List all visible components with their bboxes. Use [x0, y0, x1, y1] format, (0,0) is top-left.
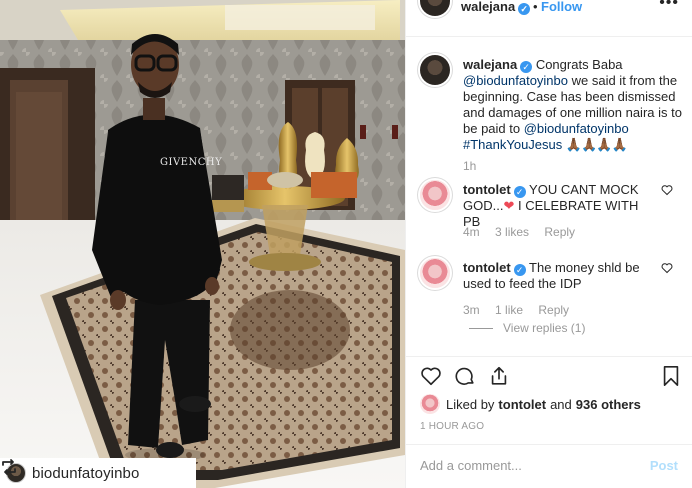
more-options-icon[interactable]: ••• — [659, 0, 679, 12]
comment-username[interactable]: tontolet — [463, 260, 511, 275]
bookmark-icon[interactable] — [661, 365, 681, 387]
follow-button[interactable]: Follow — [541, 0, 582, 14]
repost-icon — [2, 459, 16, 475]
verified-icon: ✓ — [513, 186, 526, 198]
caption-avatar[interactable] — [420, 55, 450, 85]
like-comment-heart-icon[interactable] — [661, 262, 673, 274]
action-bar — [406, 362, 692, 390]
red-heart-emoji: ❤ — [503, 198, 515, 213]
likes-prefix: Liked by — [446, 396, 495, 412]
comment-divider — [406, 444, 692, 445]
likes-summary: Liked by tontolet and 936 others — [420, 394, 641, 414]
photo-scene — [0, 0, 405, 488]
post-details-panel: walejana ✓ • Follow ••• walejana ✓ Congrat… — [405, 0, 692, 488]
likes-others-link[interactable]: 936 others — [576, 397, 641, 412]
shirt-logo-text: GIVENCHY — [160, 157, 223, 168]
caption-username[interactable]: walejana — [463, 57, 517, 72]
comment-reply-button[interactable]: Reply — [538, 303, 569, 317]
comment-item: tontolet ✓ YOU CANT MOCK GOD...❤ I CELEBR… — [420, 180, 685, 240]
comment-text: tontolet ✓ YOU CANT MOCK GOD...❤ I CELEBR… — [463, 182, 658, 230]
comment-username[interactable]: tontolet — [463, 182, 511, 197]
repost-tag[interactable]: biodunfatoyinbo — [0, 458, 196, 488]
comment-meta: 3m 1 like Reply — [463, 303, 581, 317]
comment-likes[interactable]: 1 like — [495, 303, 523, 317]
caption-hashtag-link[interactable]: #ThankYouJesus — [463, 137, 562, 152]
comment-time[interactable]: 4m — [463, 225, 480, 239]
comment-text: tontolet ✓ The money shld be used to feed… — [463, 260, 658, 292]
verified-icon: ✓ — [513, 264, 526, 276]
post-timestamp: 1 HOUR AGO — [420, 421, 485, 432]
caption-text: walejana ✓ Congrats Baba @biodunfatoyinbo… — [463, 57, 685, 153]
view-replies-button[interactable]: View replies (1) — [503, 321, 585, 335]
caption-mention-link[interactable]: @biodunfatoyinbo — [463, 73, 568, 88]
comment-item: tontolet ✓ The money shld be used to feed… — [420, 258, 685, 338]
post-comment-button[interactable]: Post — [650, 458, 678, 473]
add-comment-input[interactable]: Add a comment... — [420, 458, 522, 473]
caption-text-part: Congrats Baba — [532, 57, 623, 72]
header-separator: • — [533, 0, 538, 14]
comment-time[interactable]: 3m — [463, 303, 480, 317]
like-comment-heart-icon[interactable] — [661, 184, 673, 196]
caption-mention-link[interactable]: @biodunfatoyinbo — [524, 121, 629, 136]
like-heart-icon[interactable] — [420, 365, 442, 387]
verified-icon: ✓ — [520, 61, 533, 73]
comment-reply-button[interactable]: Reply — [544, 225, 575, 239]
post-header: walejana ✓ • Follow ••• — [406, 0, 692, 18]
post-photo[interactable]: GIVENCHY biodunfatoyinbo — [0, 0, 405, 488]
praise-emoji: 🙏🏾🙏🏾🙏🏾🙏🏾 — [565, 137, 628, 152]
header-username[interactable]: walejana ✓ — [461, 0, 531, 15]
share-icon[interactable] — [488, 365, 510, 387]
caption-time[interactable]: 1h — [463, 159, 476, 173]
header-divider — [406, 36, 692, 37]
header-avatar[interactable] — [420, 0, 450, 16]
comment-meta: 4m 3 likes Reply — [463, 225, 587, 239]
verified-icon: ✓ — [518, 3, 531, 15]
comment-avatar[interactable] — [420, 180, 450, 210]
repost-username[interactable]: biodunfatoyinbo — [32, 465, 139, 482]
comment-avatar[interactable] — [420, 258, 450, 288]
comment-likes[interactable]: 3 likes — [495, 225, 529, 239]
liker-avatar[interactable] — [420, 394, 440, 414]
actions-divider — [406, 356, 692, 357]
comment-bubble-icon[interactable] — [454, 365, 476, 387]
likes-middle: and — [550, 396, 572, 412]
liker-username[interactable]: tontolet — [498, 397, 546, 412]
